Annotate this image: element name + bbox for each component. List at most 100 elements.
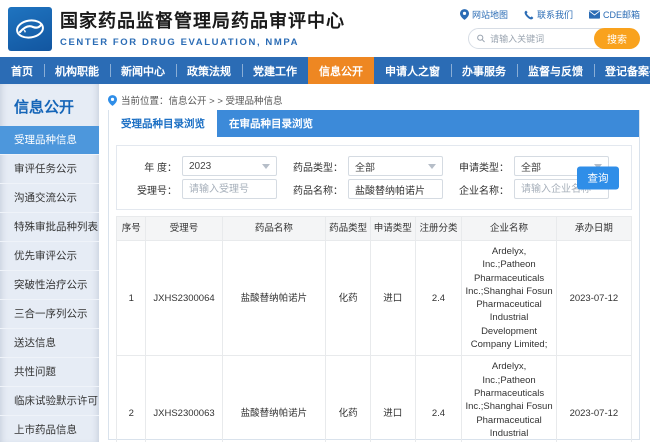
- cell-date: 2023-07-12: [556, 241, 631, 356]
- sitemap-label: 网站地图: [472, 8, 508, 21]
- query-button[interactable]: 查询: [577, 166, 619, 189]
- sidebar-item[interactable]: 审评任务公示: [0, 155, 99, 184]
- sidebar-item[interactable]: 三合一序列公示: [0, 300, 99, 329]
- contact-label: 联系我们: [537, 8, 573, 21]
- nav-item[interactable]: 申请人之窗: [374, 57, 451, 84]
- tabbar: 受理品种目录浏览 在审品种目录浏览: [109, 110, 639, 137]
- cell-no: 2: [117, 356, 146, 442]
- col-header-no: 序号: [117, 217, 146, 241]
- cell-drug-name: 盐酸替纳帕诺片: [222, 356, 326, 442]
- sidebar: 信息公开 受理品种信息 审评任务公示 沟通交流公示 特殊审批品种列表 优先审评公…: [0, 84, 99, 442]
- year-select-value: 2023: [189, 161, 211, 172]
- sidebar-item[interactable]: 沟通交流公示: [0, 184, 99, 213]
- filter-box: 年 度： 2023 药品类型： 全部 申请类型： 全部: [116, 145, 632, 210]
- site-header: 国家药品监督管理局药品审评中心 CENTER FOR DRUG EVALUATI…: [0, 0, 650, 57]
- nav-item[interactable]: 登记备案平台: [594, 57, 650, 84]
- sidebar-item[interactable]: 特殊审批品种列表: [0, 213, 99, 242]
- nav-item-label: 办事服务: [462, 63, 506, 79]
- col-header-company: 企业名称: [462, 217, 556, 241]
- nav-item-label: 监督与反馈: [528, 63, 583, 79]
- apply-type-label: 申请类型：: [457, 159, 509, 174]
- envelope-icon: [589, 10, 600, 19]
- sidebar-item-label: 特殊审批品种列表: [14, 221, 98, 233]
- search-button[interactable]: 搜索: [594, 28, 640, 49]
- sidebar-item-label: 受理品种信息: [14, 134, 77, 146]
- tab[interactable]: 受理品种目录浏览: [109, 110, 217, 137]
- table-row: 2 JXHS2300063 盐酸替纳帕诺片 化药 进口 2.4 Ardelyx,…: [117, 356, 632, 442]
- sidebar-item[interactable]: 受理品种信息: [0, 126, 99, 155]
- results-table: 序号 受理号 药品名称 药品类型 申请类型 注册分类 企业名称 承办日期 1: [116, 216, 632, 442]
- cell-apply-type: 进口: [370, 356, 415, 442]
- site-subtitle: CENTER FOR DRUG EVALUATION, NMPA: [60, 37, 345, 48]
- nav-item[interactable]: 新闻中心: [110, 57, 176, 84]
- mailbox-link[interactable]: CDE邮箱: [589, 8, 640, 21]
- sidebar-item[interactable]: 优先审评公示: [0, 242, 99, 271]
- nav-item-label: 登记备案平台: [605, 63, 650, 79]
- cell-no: 1: [117, 241, 146, 356]
- sidebar-item[interactable]: 上市药品信息: [0, 416, 99, 442]
- nav-item[interactable]: 监督与反馈: [517, 57, 594, 84]
- nav-item[interactable]: 办事服务: [451, 57, 517, 84]
- chevron-down-icon: [262, 164, 270, 169]
- nav-item-label: 党建工作: [253, 63, 297, 79]
- nav-item[interactable]: 党建工作: [242, 57, 308, 84]
- sidebar-item[interactable]: 突破性治疗公示: [0, 271, 99, 300]
- nav-item-label: 首页: [11, 63, 33, 79]
- col-header-apply-type: 申请类型: [370, 217, 415, 241]
- cell-acceptance-no: JXHS2300064: [146, 241, 222, 356]
- sidebar-item[interactable]: 共性问题: [0, 358, 99, 387]
- nav-item[interactable]: 信息公开: [308, 57, 374, 84]
- nav-item-label: 新闻中心: [121, 63, 165, 79]
- col-header-drug-type: 药品类型: [326, 217, 371, 241]
- cde-logo: [8, 7, 52, 51]
- acceptance-no-input[interactable]: [182, 179, 277, 199]
- mailbox-label: CDE邮箱: [603, 8, 640, 21]
- cell-reg-class: 2.4: [415, 356, 462, 442]
- site-title: 国家药品监督管理局药品审评中心: [60, 7, 345, 33]
- drug-type-select-value: 全部: [355, 159, 375, 174]
- nav-item[interactable]: 政策法规: [176, 57, 242, 84]
- sidebar-item[interactable]: 临床试验默示许可: [0, 387, 99, 416]
- year-select[interactable]: 2023: [182, 156, 277, 176]
- col-header-date: 承办日期: [556, 217, 631, 241]
- sidebar-title: 信息公开: [0, 84, 99, 126]
- acceptance-no-label: 受理号：: [125, 182, 177, 197]
- sidebar-item[interactable]: 送达信息: [0, 329, 99, 358]
- contact-link[interactable]: 联系我们: [524, 8, 573, 21]
- table-row: 1 JXHS2300064 盐酸替纳帕诺片 化药 进口 2.4 Ardelyx,…: [117, 241, 632, 356]
- year-label: 年 度：: [125, 159, 177, 174]
- nav-item-label: 申请人之窗: [385, 63, 440, 79]
- tab-label: 受理品种目录浏览: [121, 116, 205, 131]
- sidebar-item-label: 沟通交流公示: [14, 192, 77, 204]
- drug-type-select[interactable]: 全部: [348, 156, 443, 176]
- cell-acceptance-no: JXHS2300063: [146, 356, 222, 442]
- search-icon: [477, 34, 485, 43]
- drug-name-label: 药品名称：: [291, 182, 343, 197]
- sidebar-item-label: 共性问题: [14, 366, 56, 378]
- map-pin-icon: [460, 9, 469, 20]
- sidebar-item-label: 送达信息: [14, 337, 56, 349]
- drug-name-input[interactable]: [348, 179, 443, 199]
- sidebar-item-label: 优先审评公示: [14, 250, 77, 262]
- tab[interactable]: 在审品种目录浏览: [217, 110, 325, 137]
- phone-icon: [524, 10, 534, 20]
- nav-item-label: 信息公开: [319, 63, 363, 79]
- company-name-label: 企业名称：: [457, 182, 509, 197]
- search-input[interactable]: [490, 34, 609, 44]
- cell-date: 2023-07-12: [556, 356, 631, 442]
- breadcrumb-text: 当前位置：信息公开 > > 受理品种信息: [121, 93, 283, 107]
- sidebar-item-label: 审评任务公示: [14, 163, 77, 175]
- cell-drug-name: 盐酸替纳帕诺片: [222, 241, 326, 356]
- cell-apply-type: 进口: [370, 241, 415, 356]
- nav-item[interactable]: 首页: [0, 57, 44, 84]
- quick-links: 网站地图 联系我们 CDE邮箱: [460, 8, 640, 21]
- content-panel: 受理品种目录浏览 在审品种目录浏览 年 度： 2023 药品类型：: [108, 110, 640, 440]
- nav-item[interactable]: 机构职能: [44, 57, 110, 84]
- chevron-down-icon: [428, 164, 436, 169]
- cell-drug-type: 化药: [326, 241, 371, 356]
- sidebar-item-label: 临床试验默示许可: [14, 395, 98, 407]
- cell-company: Ardelyx, Inc.;Patheon Pharmaceuticals In…: [462, 241, 556, 356]
- sitemap-link[interactable]: 网站地图: [460, 8, 508, 21]
- sidebar-item-label: 上市药品信息: [14, 424, 77, 436]
- nav-item-label: 政策法规: [187, 63, 231, 79]
